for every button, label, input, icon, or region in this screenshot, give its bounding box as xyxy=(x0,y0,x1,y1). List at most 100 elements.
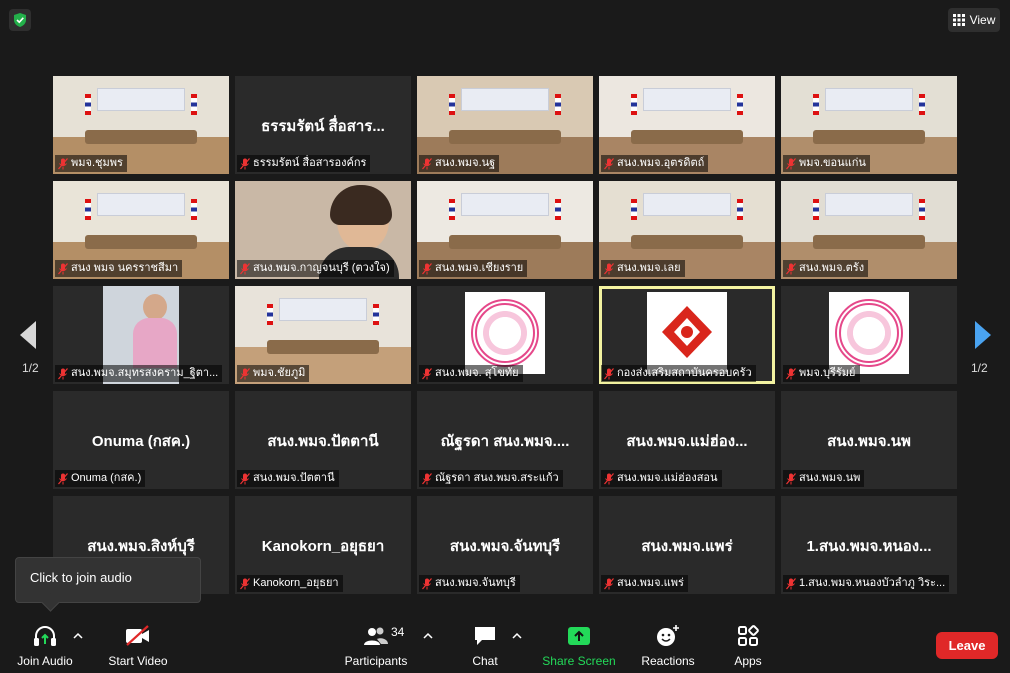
participant-name-text: สนง.พมจ.นฐ xyxy=(435,157,496,169)
meeting-toolbar: Join Audio Start Video 34 Participants C… xyxy=(0,615,1010,673)
participant-tile[interactable]: สนง.พมจ.ตรัง xyxy=(781,181,957,279)
chat-label: Chat xyxy=(472,654,498,668)
participant-name-text: สนง.พมจ.ปัตตานี xyxy=(253,472,335,484)
start-video-button[interactable]: Start Video xyxy=(106,623,170,671)
muted-mic-icon xyxy=(240,157,250,169)
participant-tile[interactable]: สนง.พมจ.กาญจนบุรี (ตวงใจ) xyxy=(235,181,411,279)
participant-name-text: สนง.พมจ.ตรัง xyxy=(799,262,865,274)
muted-mic-icon xyxy=(422,367,432,379)
participant-name-text: พมจ.บุรีรัมย์ xyxy=(799,367,856,379)
participant-name-label: ธรรมรัตน์ สื่อสารองค์กร xyxy=(237,155,371,172)
participant-tile[interactable]: พมจ.บุรีรัมย์ xyxy=(781,286,957,384)
muted-mic-icon xyxy=(422,472,432,484)
participant-display-name: สนง.พมจ.ปัตตานี xyxy=(267,433,379,450)
participant-tile[interactable]: กองส่งเสริมสถาบันครอบครัว xyxy=(599,286,775,384)
participant-name-text: สนง.พมจ.แพร่ xyxy=(617,577,684,589)
participant-tile[interactable]: สนง.พมจ.สมุทรสงคราม_ฐิตา... xyxy=(53,286,229,384)
participant-name-label: สนง พมจ นครราชสีมา xyxy=(55,260,183,277)
audio-options-caret-icon[interactable] xyxy=(73,632,83,640)
participant-name-text: สนง.พมจ.นพ xyxy=(799,472,861,484)
participant-tile[interactable]: Onuma (กสค.) Onuma (กสค.) xyxy=(53,391,229,489)
participant-tile[interactable]: สนง.พมจ.แพร่ สนง.พมจ.แพร่ xyxy=(599,496,775,594)
muted-mic-icon xyxy=(422,157,432,169)
apps-label: Apps xyxy=(734,654,762,668)
participant-name-label: Kanokorn_อยุธยา xyxy=(237,575,343,592)
participant-name-text: ธรรมรัตน์ สื่อสารองค์กร xyxy=(253,157,367,169)
participant-name-label: สนง.พมจ.แม่ฮ่องสอน xyxy=(601,470,722,487)
participants-count: 34 xyxy=(391,625,405,639)
participant-name-text: Kanokorn_อยุธยา xyxy=(253,577,339,589)
participant-name-label: สนง.พมจ. สุโขทัย xyxy=(419,365,523,382)
participants-options-caret-icon[interactable] xyxy=(423,632,433,640)
muted-mic-icon xyxy=(422,262,432,274)
participant-tile[interactable]: สนง.พมจ.เลย xyxy=(599,181,775,279)
participant-tile[interactable]: Kanokorn_อยุธยา Kanokorn_อยุธยา xyxy=(235,496,411,594)
chat-options-caret-icon[interactable] xyxy=(512,632,522,640)
leave-button[interactable]: Leave xyxy=(936,632,998,659)
muted-mic-icon xyxy=(422,577,432,589)
participant-tile[interactable]: สนง.พมจ. สุโขทัย xyxy=(417,286,593,384)
muted-mic-icon xyxy=(58,157,68,169)
participant-display-name: Onuma (กสค.) xyxy=(91,433,191,450)
chat-button[interactable]: Chat xyxy=(466,623,504,671)
participant-name-label: 1.สนง.พมจ.หนองบัวลำภู วิระ... xyxy=(783,575,950,592)
participant-name-label: สนง.พมจ.อุตรดิตถ์ xyxy=(601,155,709,172)
participant-tile[interactable]: ณัฐรดา สนง.พมจ.... ณัฐรดา สนง.พมจ.สระแก้ว xyxy=(417,391,593,489)
apps-button[interactable]: Apps xyxy=(728,623,768,671)
participant-name-text: สนง.พมจ.กาญจนบุรี (ตวงใจ) xyxy=(253,262,390,274)
participant-tile[interactable]: สนง.พมจ.อุตรดิตถ์ xyxy=(599,76,775,174)
participant-display-name: สนง.พมจ.จันทบุรี xyxy=(449,538,561,555)
participant-name-text: ณัฐรดา สนง.พมจ.สระแก้ว xyxy=(435,472,559,484)
participant-tile[interactable]: สนง.พมจ.เชียงราย xyxy=(417,181,593,279)
participant-name-label: พมจ.ขอนแก่น xyxy=(783,155,870,172)
participant-tile[interactable]: สนง.พมจ.ปัตตานี สนง.พมจ.ปัตตานี xyxy=(235,391,411,489)
participant-tile[interactable]: สนง.พมจ.จันทบุรี สนง.พมจ.จันทบุรี xyxy=(417,496,593,594)
participant-name-text: กองส่งเสริมสถาบันครอบครัว xyxy=(617,367,752,379)
share-screen-label: Share Screen xyxy=(542,654,616,668)
page-indicator-left: 1/2 xyxy=(22,361,39,375)
participant-tile[interactable]: สนง พมจ นครราชสีมา xyxy=(53,181,229,279)
participant-tile[interactable]: สนง.พมจ.แม่ฮ่อง... สนง.พมจ.แม่ฮ่องสอน xyxy=(599,391,775,489)
previous-page-arrow-icon[interactable] xyxy=(19,320,37,350)
view-button[interactable]: View xyxy=(948,8,1000,32)
next-page-arrow-icon[interactable] xyxy=(974,320,992,350)
muted-mic-icon xyxy=(240,262,250,274)
participant-name-label: สนง.พมจ.ปัตตานี xyxy=(237,470,339,487)
participants-icon: 34 xyxy=(363,623,404,649)
participant-name-label: สนง.พมจ.ตรัง xyxy=(783,260,869,277)
participant-name-label: พมจ.ชัยภูมิ xyxy=(237,365,310,382)
participant-name-text: พมจ.ขอนแก่น xyxy=(799,157,866,169)
participant-tile[interactable]: ธรรมรัตน์ สื่อสาร... ธรรมรัตน์ สื่อสารองค… xyxy=(235,76,411,174)
muted-mic-icon xyxy=(604,472,614,484)
participant-display-name: 1.สนง.พมจ.หนอง... xyxy=(806,538,932,555)
participant-tile[interactable]: 1.สนง.พมจ.หนอง... 1.สนง.พมจ.หนองบัวลำภู ว… xyxy=(781,496,957,594)
participant-tile[interactable]: พมจ.ชุมพร xyxy=(53,76,229,174)
participant-display-name: สนง.พมจ.แพร่ xyxy=(641,538,733,555)
participant-display-name: สนง.พมจ.นพ xyxy=(827,433,911,450)
participant-name-text: สนง.พมจ.เชียงราย xyxy=(435,262,524,274)
muted-mic-icon xyxy=(604,367,614,379)
muted-mic-icon xyxy=(240,577,250,589)
participant-tile[interactable]: พมจ.ขอนแก่น xyxy=(781,76,957,174)
participant-tile[interactable]: พมจ.ชัยภูมิ xyxy=(235,286,411,384)
participant-name-text: 1.สนง.พมจ.หนองบัวลำภู วิระ... xyxy=(799,577,946,589)
join-audio-button[interactable]: Join Audio xyxy=(14,623,76,671)
reactions-button[interactable]: Reactions xyxy=(640,623,696,671)
participant-name-text: สนง.พมจ.จันทบุรี xyxy=(435,577,516,589)
share-screen-button[interactable]: Share Screen xyxy=(541,623,617,671)
profile-seal-image xyxy=(829,292,909,374)
participant-name-label: ณัฐรดา สนง.พมจ.สระแก้ว xyxy=(419,470,563,487)
participant-name-label: สนง.พมจ.กาญจนบุรี (ตวงใจ) xyxy=(237,260,394,277)
participant-tile[interactable]: สนง.พมจ.นฐ xyxy=(417,76,593,174)
participants-button[interactable]: 34 Participants xyxy=(343,623,409,671)
muted-mic-icon xyxy=(604,577,614,589)
profile-seal-image xyxy=(465,292,545,374)
start-video-label: Start Video xyxy=(108,654,168,668)
participant-display-name: ณัฐรดา สนง.พมจ.... xyxy=(440,433,570,450)
participant-name-label: กองส่งเสริมสถาบันครอบครัว xyxy=(601,365,756,382)
participant-name-text: สนง.พมจ.แม่ฮ่องสอน xyxy=(617,472,718,484)
participant-tile[interactable]: สนง.พมจ.นพ สนง.พมจ.นพ xyxy=(781,391,957,489)
muted-mic-icon xyxy=(240,472,250,484)
participant-display-name: สนง.พมจ.สิงห์บุรี xyxy=(87,538,195,555)
security-shield-icon[interactable] xyxy=(9,9,31,31)
